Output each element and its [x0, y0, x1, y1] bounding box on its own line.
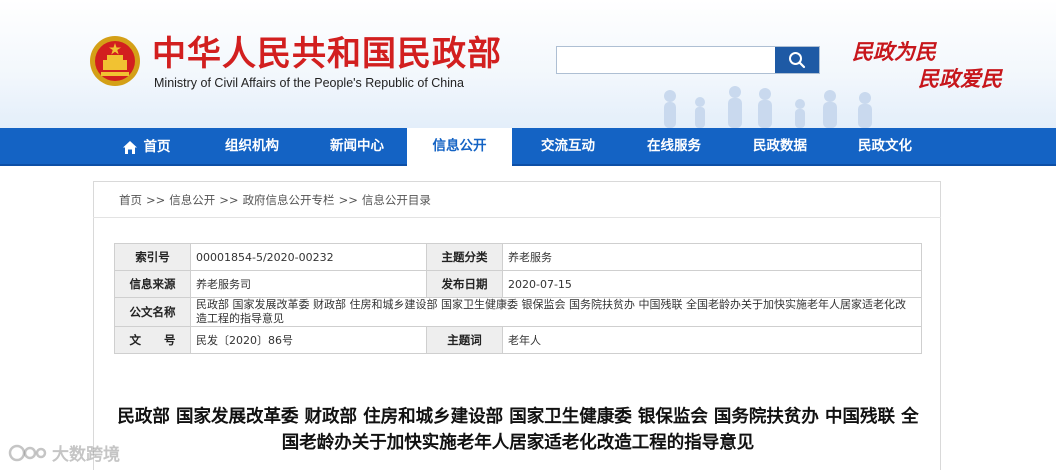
breadcrumb-divider	[93, 217, 941, 218]
table-row: 索引号 00001854-5/2020-00232 主题分类 养老服务	[114, 243, 922, 271]
family-silhouette-decoration	[664, 86, 872, 128]
watermark-text: 大数跨境	[52, 445, 120, 465]
brand-logo-icon	[8, 444, 47, 461]
category-label: 主题分类	[426, 243, 503, 271]
slogan-line-1: 民政为民	[852, 39, 936, 64]
main-nav: 首页 组织机构 新闻中心 信息公开 交流互动 在线服务 民政数据 民政文化	[0, 128, 1056, 166]
table-row: 文 号 民发〔2020〕86号 主题词 老年人	[114, 326, 922, 354]
date-label: 发布日期	[426, 270, 503, 298]
search-button[interactable]	[775, 47, 819, 73]
source-value: 养老服务司	[190, 270, 427, 298]
keyword-value: 老年人	[502, 326, 922, 354]
nav-item-news[interactable]: 新闻中心	[314, 128, 400, 166]
breadcrumb-separator: >>	[219, 193, 239, 207]
breadcrumb-item-info-catalog[interactable]: 信息公开目录	[362, 193, 431, 207]
source-label: 信息来源	[114, 270, 191, 298]
site-header: 中华人民共和国民政部 Ministry of Civil Affairs of …	[0, 0, 1056, 128]
docno-label: 文 号	[114, 326, 191, 354]
table-row: 公文名称 民政部 国家发展改革委 财政部 住房和城乡建设部 国家卫生健康委 银保…	[114, 297, 922, 327]
magnifier-icon	[789, 52, 806, 69]
document-info-table: 索引号 00001854-5/2020-00232 主题分类 养老服务 信息来源…	[114, 243, 922, 354]
breadcrumb-item-info-disclosure[interactable]: 信息公开	[169, 193, 215, 207]
date-value: 2020-07-15	[502, 270, 922, 298]
breadcrumb-item-home[interactable]: 首页	[119, 193, 142, 207]
category-value: 养老服务	[502, 243, 922, 271]
nav-label-home: 首页	[143, 139, 171, 155]
national-emblem-icon[interactable]	[88, 34, 142, 88]
breadcrumb-separator: >>	[146, 193, 166, 207]
index-value: 00001854-5/2020-00232	[190, 243, 427, 271]
breadcrumb: 首页 >> 信息公开 >> 政府信息公开专栏 >> 信息公开目录	[119, 192, 431, 208]
issuer-value: 民政部 国家发展改革委 财政部 住房和城乡建设部 国家卫生健康委 银保监会 国务…	[190, 297, 922, 327]
watermark: 大数跨境	[8, 440, 120, 465]
search-input[interactable]	[557, 47, 775, 73]
issuer-label: 公文名称	[114, 297, 191, 327]
nav-item-online-service[interactable]: 在线服务	[631, 128, 717, 166]
document-title: 民政部 国家发展改革委 财政部 住房和城乡建设部 国家卫生健康委 银保监会 国务…	[117, 407, 919, 453]
site-subtitle: Ministry of Civil Affairs of the People'…	[154, 76, 464, 90]
slogan-line-2: 民政爱民	[918, 66, 1002, 91]
index-label: 索引号	[114, 243, 191, 271]
nav-item-organization[interactable]: 组织机构	[209, 128, 295, 166]
search-box	[556, 46, 820, 74]
nav-item-culture[interactable]: 民政文化	[842, 128, 928, 166]
docno-value: 民发〔2020〕86号	[190, 326, 427, 354]
nav-item-home[interactable]: 首页	[102, 128, 190, 166]
table-row: 信息来源 养老服务司 发布日期 2020-07-15	[114, 270, 922, 298]
site-title[interactable]: 中华人民共和国民政部	[152, 34, 502, 74]
breadcrumb-item-gov-info-column[interactable]: 政府信息公开专栏	[243, 193, 335, 207]
nav-item-data[interactable]: 民政数据	[737, 128, 823, 166]
keyword-label: 主题词	[426, 326, 503, 354]
home-icon	[122, 140, 137, 154]
nav-item-info-disclosure[interactable]: 信息公开	[407, 128, 512, 166]
breadcrumb-separator: >>	[338, 193, 358, 207]
nav-item-interaction[interactable]: 交流互动	[525, 128, 611, 166]
